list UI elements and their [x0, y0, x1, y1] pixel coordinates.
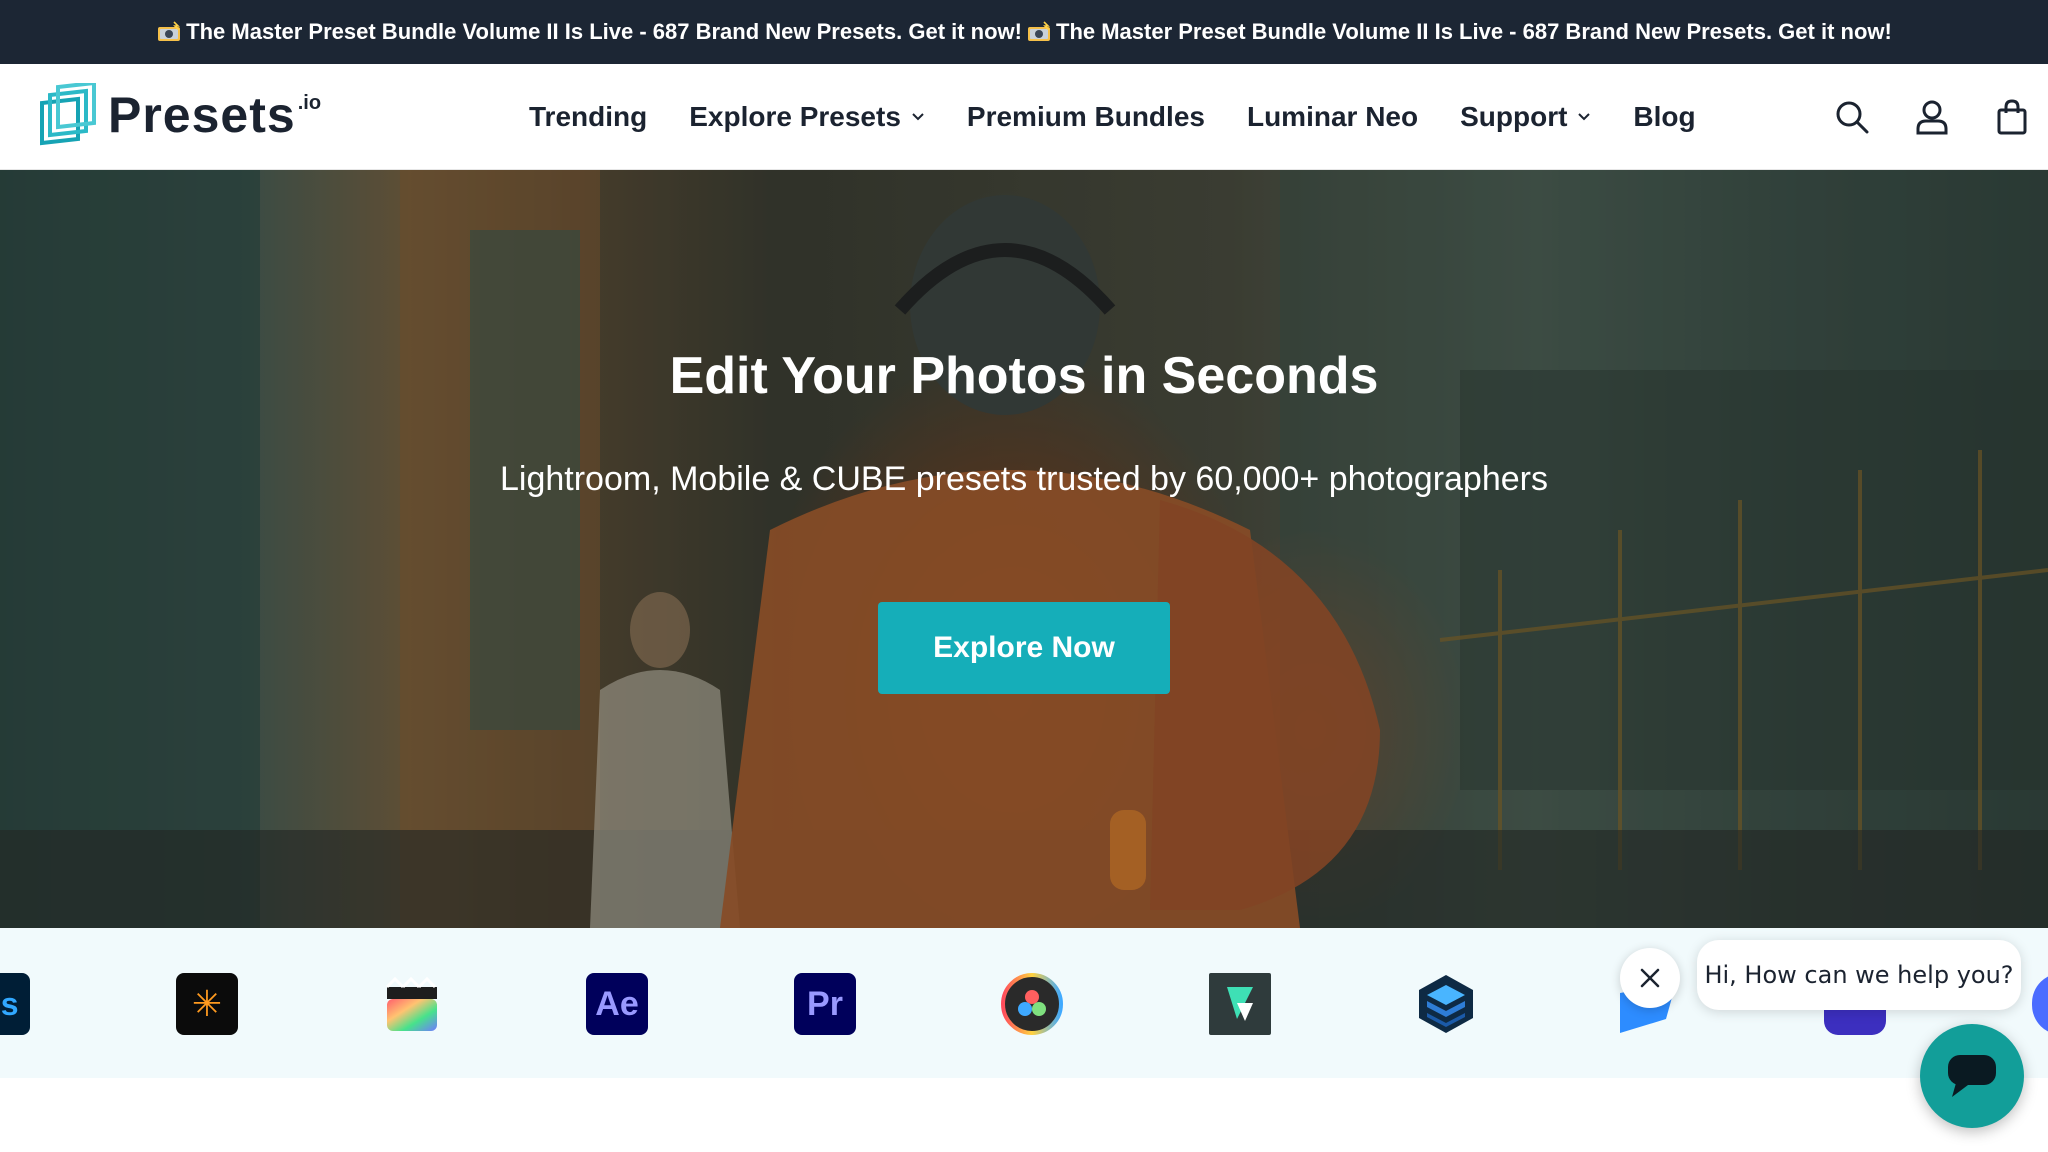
main-nav: Trending Explore Presets Premium Bundles… — [529, 64, 1738, 170]
nav-label: Explore Presets — [689, 101, 901, 132]
logo-mark-icon — [40, 83, 96, 146]
announcement-bar[interactable]: The Master Preset Bundle Volume II Is Li… — [0, 0, 2048, 64]
nav-explore-presets[interactable]: Explore Presets — [689, 101, 925, 133]
announcement-text: The Master Preset Bundle Volume II Is Li… — [1056, 19, 1892, 44]
cart-bag-icon[interactable] — [1994, 99, 2030, 135]
nav-label: Luminar Neo — [1246, 101, 1419, 132]
nav-support[interactable]: Support — [1460, 101, 1591, 133]
logo-text: Presets — [108, 87, 296, 143]
chat-prompt-bubble[interactable]: Hi, How can we help you? — [1697, 940, 2021, 1010]
photoshop-icon: Ps — [0, 973, 30, 1035]
hero-background-image — [0, 170, 2048, 928]
after-effects-icon: Ae — [586, 973, 648, 1035]
capture-one-icon — [1415, 973, 1477, 1035]
nav-premium-bundles[interactable]: Premium Bundles — [967, 101, 1205, 133]
chat-launcher-button[interactable] — [1920, 1024, 2024, 1128]
site-header: Presets .io Trending Explore Presets Pre… — [0, 64, 2048, 170]
nav-label: Premium Bundles — [966, 101, 1205, 132]
nav-trending[interactable]: Trending — [529, 101, 647, 133]
camera-flash-icon — [1028, 21, 1050, 41]
logo-suffix: .io — [297, 91, 322, 114]
search-icon[interactable] — [1834, 99, 1870, 135]
site-logo[interactable]: Presets .io — [38, 82, 321, 148]
announcement-message[interactable]: The Master Preset Bundle Volume II Is Li… — [1026, 19, 1892, 45]
nav-label: Trending — [529, 101, 648, 132]
nav-label: Support — [1460, 101, 1568, 132]
hero-title: Edit Your Photos in Seconds — [669, 347, 1379, 405]
chevron-down-icon — [1578, 113, 1591, 121]
announcement-text: The Master Preset Bundle Volume II Is Li… — [186, 19, 1022, 44]
davinci-resolve-icon — [1001, 973, 1063, 1035]
account-icon[interactable] — [1914, 99, 1950, 135]
nav-blog[interactable]: Blog — [1633, 101, 1695, 133]
app-icon — [2032, 973, 2048, 1035]
luminar-icon: ✳ — [176, 973, 238, 1035]
filmora-icon — [1209, 973, 1271, 1035]
hero-banner: Edit Your Photos in Seconds Lightroom, M… — [0, 170, 2048, 928]
header-actions — [1834, 64, 2048, 170]
final-cut-pro-icon — [381, 973, 443, 1035]
chat-icon — [1948, 1055, 1996, 1097]
nav-luminar-neo[interactable]: Luminar Neo — [1247, 101, 1418, 133]
announcement-message[interactable]: The Master Preset Bundle Volume II Is Li… — [156, 19, 1022, 45]
close-icon — [1640, 968, 1660, 988]
chevron-down-icon — [912, 113, 924, 121]
hero-subtitle: Lightroom, Mobile & CUBE presets trusted… — [500, 460, 1548, 498]
camera-flash-icon — [158, 21, 181, 41]
explore-now-button[interactable]: Explore Now — [878, 602, 1170, 694]
nav-label: Blog — [1633, 101, 1696, 132]
premiere-pro-icon: Pr — [794, 973, 856, 1035]
chat-close-button[interactable] — [1620, 948, 1680, 1008]
